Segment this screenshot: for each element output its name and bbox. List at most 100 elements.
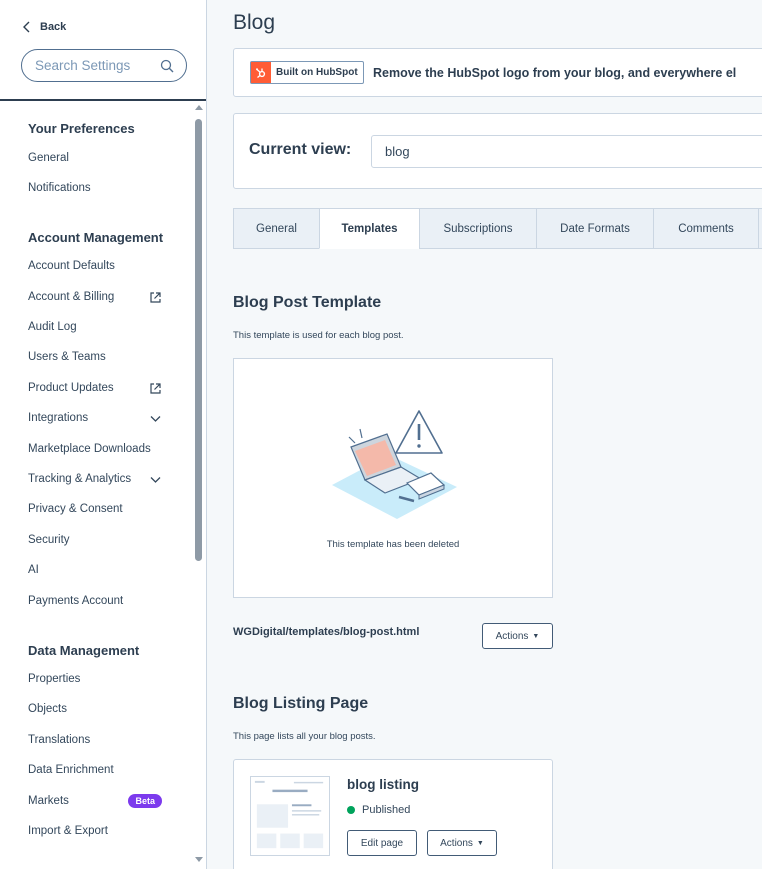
status-dot-icon [347, 806, 355, 814]
caret-down-icon: ▼ [532, 632, 540, 640]
sidebar-item-audit-log[interactable]: Audit Log [28, 316, 168, 338]
sidebar-item-account-defaults[interactable]: Account Defaults [28, 255, 168, 277]
sidebar-item-label: Objects [28, 703, 67, 715]
sidebar-item-tracking-analytics[interactable]: Tracking & Analytics [28, 468, 168, 490]
settings-search-input[interactable] [35, 58, 155, 73]
blog-listing-name[interactable]: blog listing [347, 777, 419, 792]
section-account-management: Account Management [28, 230, 164, 245]
scroll-up-arrow-icon[interactable] [195, 104, 203, 110]
sidebar-item-security[interactable]: Security [28, 529, 168, 551]
sidebar-item-label: Audit Log [28, 321, 77, 333]
sidebar-item-marketplace-downloads[interactable]: Marketplace Downloads [28, 438, 168, 460]
chevron-down-icon[interactable] [149, 412, 162, 425]
back-label: Back [40, 21, 67, 33]
blog-post-template-title: Blog Post Template [233, 294, 382, 311]
sidebar-item-label: Product Updates [28, 382, 114, 394]
deleted-template-illustration [332, 410, 457, 519]
scroll-down-arrow-icon[interactable] [195, 857, 203, 863]
sidebar-item-privacy-consent[interactable]: Privacy & Consent [28, 498, 168, 520]
sidebar-item-label: AI [28, 564, 39, 576]
blog-settings-main: Blog Built on HubSpot Remove the HubSpot… [207, 0, 762, 869]
actions-label: Actions [440, 837, 473, 849]
sidebar-item-payments-account[interactable]: Payments Account [28, 590, 168, 612]
sidebar-item-data-enrichment[interactable]: Data Enrichment [28, 759, 168, 781]
external-link-icon [150, 383, 161, 394]
tab-overflow[interactable] [758, 208, 762, 249]
back-button[interactable]: Back [22, 17, 66, 37]
settings-sidebar: Back Your Preferences General Notificati… [0, 0, 207, 869]
tab-templates[interactable]: Templates [319, 208, 420, 249]
sidebar-item-properties[interactable]: Properties [28, 668, 168, 690]
sidebar-item-label: Notifications [28, 182, 91, 194]
template-path: WGDigital/templates/blog-post.html [233, 626, 420, 638]
current-view-input[interactable] [371, 135, 762, 168]
sidebar-item-label: Account & Billing [28, 291, 115, 303]
sidebar-nav: Your Preferences General Notifications A… [0, 102, 206, 869]
current-view-label: Current view: [249, 141, 352, 158]
badge-label: Built on HubSpot [276, 67, 358, 78]
sidebar-item-account-billing[interactable]: Account & Billing [28, 286, 168, 308]
tab-subscriptions[interactable]: Subscriptions [419, 208, 537, 249]
chevron-left-icon [23, 21, 30, 33]
sidebar-item-ai[interactable]: AI [28, 559, 168, 581]
page-title: Blog [233, 11, 276, 34]
sidebar-item-label: Tracking & Analytics [28, 473, 132, 485]
actions-label: Actions [495, 630, 529, 642]
blog-listing-page-title: Blog Listing Page [233, 695, 369, 712]
edit-page-label: Edit page [360, 837, 404, 849]
template-preview: This template has been deleted [233, 358, 553, 598]
hubspot-logo-icon [251, 62, 271, 83]
sidebar-scrollbar[interactable] [193, 102, 205, 869]
sidebar-item-integrations[interactable]: Integrations [28, 407, 168, 429]
sidebar-item-label: Privacy & Consent [28, 503, 123, 515]
blog-post-template-description: This template is used for each blog post… [233, 330, 404, 341]
tab-general[interactable]: General [233, 208, 320, 249]
caret-down-icon: ▼ [476, 839, 484, 847]
sidebar-item-label: Markets [28, 795, 69, 807]
blog-listing-page-description: This page lists all your blog posts. [233, 731, 376, 742]
sidebar-item-label: Data Enrichment [28, 764, 114, 776]
hubspot-logo-banner: Built on HubSpot Remove the HubSpot logo… [233, 48, 762, 97]
sidebar-item-product-updates[interactable]: Product Updates [28, 377, 168, 399]
sidebar-item-translations[interactable]: Translations [28, 729, 168, 751]
published-status: Published [347, 804, 410, 816]
sidebar-item-objects[interactable]: Objects [28, 698, 168, 720]
sidebar-item-label: Marketplace Downloads [28, 443, 151, 455]
scrollbar-thumb[interactable] [195, 119, 202, 561]
settings-search[interactable] [21, 49, 187, 82]
sidebar-header: Back [0, 0, 206, 101]
section-your-preferences: Your Preferences [28, 121, 135, 136]
tab-date-formats[interactable]: Date Formats [536, 208, 654, 249]
current-view-panel: Current view: [233, 113, 762, 189]
chevron-down-icon[interactable] [149, 473, 162, 486]
sidebar-item-general[interactable]: General [28, 147, 168, 169]
sidebar-item-label: Properties [28, 673, 81, 685]
sidebar-item-label: Translations [28, 734, 91, 746]
sidebar-item-users-teams[interactable]: Users & Teams [28, 346, 168, 368]
beta-badge: Beta [128, 794, 162, 808]
sidebar-item-label: Integrations [28, 412, 89, 424]
sidebar-item-notifications[interactable]: Notifications [28, 177, 168, 199]
template-actions-button[interactable]: Actions ▼ [482, 623, 553, 649]
sidebar-item-label: Import & Export [28, 825, 108, 837]
sidebar-item-label: Users & Teams [28, 351, 106, 363]
search-icon[interactable] [160, 59, 174, 73]
settings-tabs: General Templates Subscriptions Date For… [233, 208, 762, 249]
blog-listing-thumbnail[interactable] [250, 776, 330, 856]
sidebar-item-markets[interactable]: Markets Beta [28, 790, 168, 812]
external-link-icon [150, 292, 161, 303]
status-label: Published [362, 804, 411, 816]
sidebar-item-label: Payments Account [28, 595, 124, 607]
blog-listing-card: blog listing Published Edit page Actions… [233, 759, 553, 869]
banner-text: Remove the HubSpot logo from your blog, … [373, 66, 737, 80]
template-deleted-message: This template has been deleted [326, 539, 460, 550]
listing-actions-button[interactable]: Actions ▼ [427, 830, 497, 856]
section-data-management: Data Management [28, 643, 140, 658]
edit-page-button[interactable]: Edit page [347, 830, 417, 856]
sidebar-item-import-export[interactable]: Import & Export [28, 820, 168, 842]
sidebar-item-label: Account Defaults [28, 260, 115, 272]
sidebar-item-label: Security [28, 534, 70, 546]
built-on-hubspot-badge: Built on HubSpot [250, 61, 364, 84]
sidebar-item-label: General [28, 152, 69, 164]
tab-comments[interactable]: Comments [653, 208, 759, 249]
